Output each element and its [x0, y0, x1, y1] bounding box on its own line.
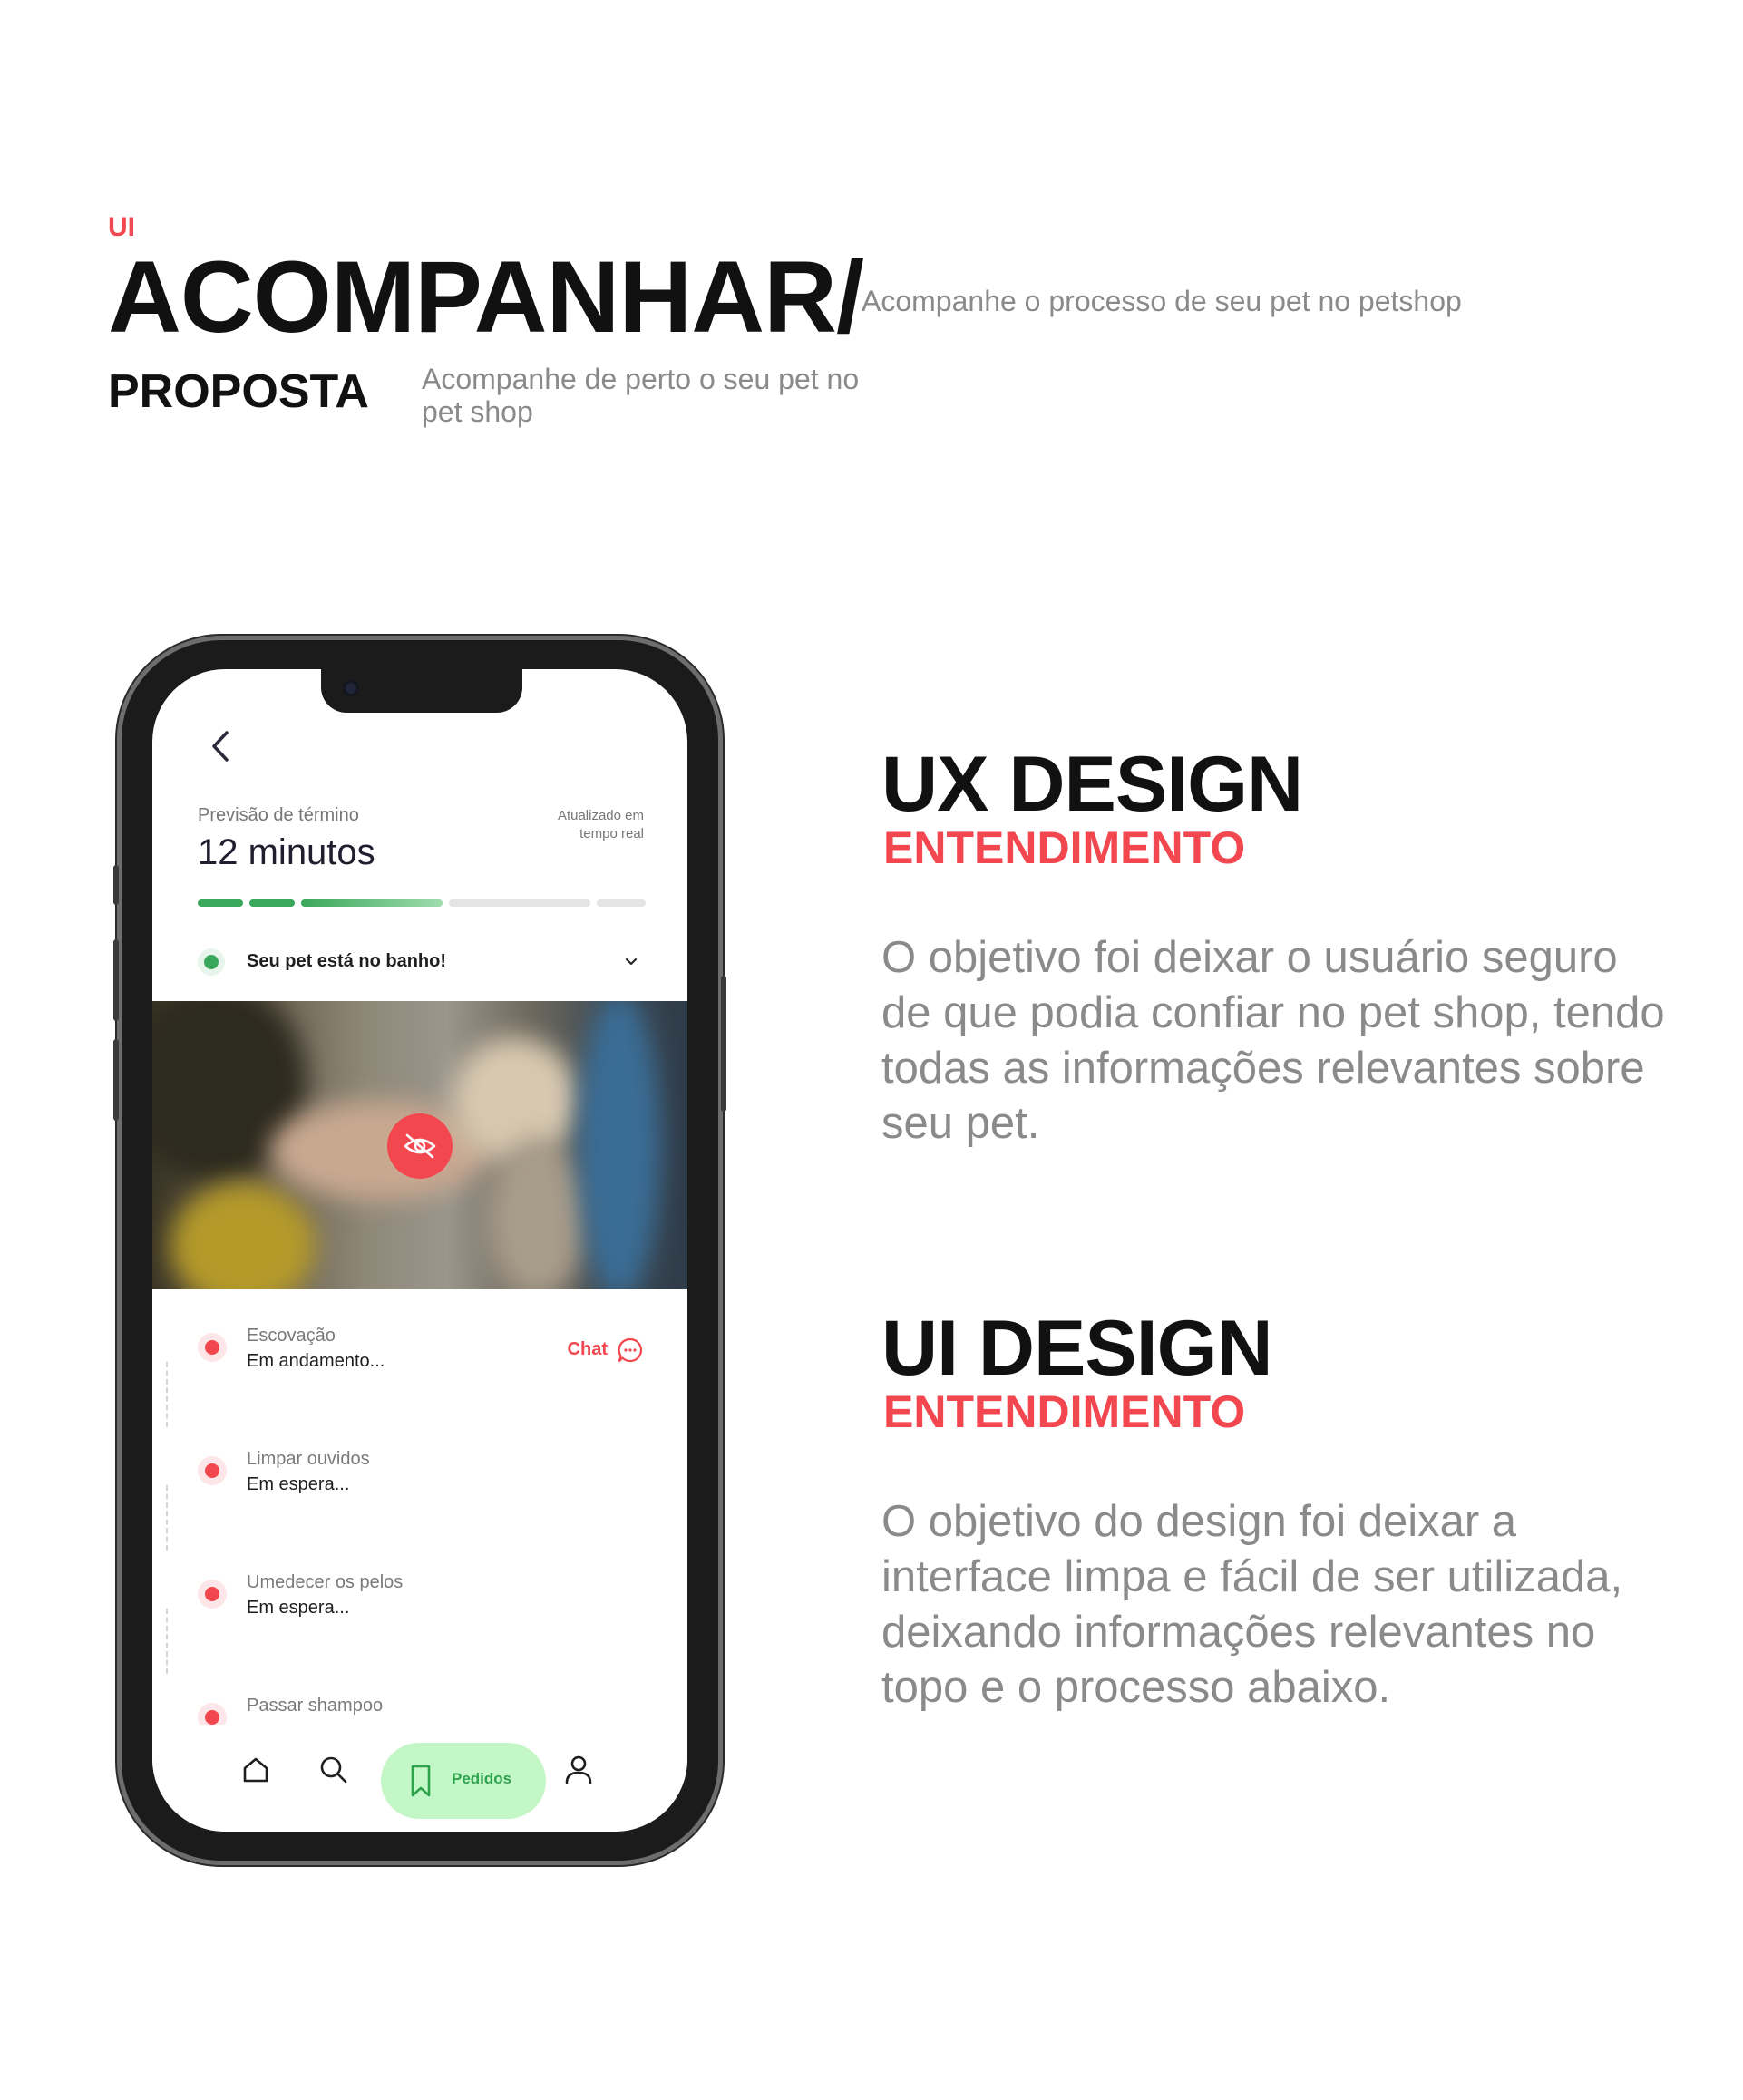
tab-pedidos-label: Pedidos	[452, 1770, 512, 1787]
step-connector	[166, 1609, 168, 1674]
hide-camera-button[interactable]	[387, 1113, 453, 1179]
ui-design-subtitle: ENTENDIMENTO	[883, 1386, 1246, 1437]
step-name: Limpar ouvidos	[247, 1449, 370, 1469]
camera-blur-shape	[579, 1001, 660, 1289]
pet-camera-feed	[152, 1001, 687, 1289]
status-indicator	[198, 948, 225, 976]
step-indicator	[198, 1580, 227, 1609]
step-connector	[166, 1362, 168, 1427]
step-item: Umedecer os pelos Em espera...	[198, 1572, 646, 1636]
home-icon	[243, 1757, 268, 1783]
phone-volume-up	[113, 939, 119, 1021]
progress-segment	[301, 899, 443, 907]
step-name: Passar shampoo	[247, 1696, 384, 1716]
ux-design-subtitle: ENTENDIMENTO	[883, 822, 1246, 873]
camera-blur-shape	[170, 1182, 316, 1289]
tab-pedidos[interactable]: Pedidos	[381, 1743, 546, 1819]
user-icon	[565, 1755, 592, 1784]
tab-search[interactable]	[312, 1748, 355, 1792]
proposta-description: Acompanhe de perto o seu pet no pet shop	[422, 363, 860, 428]
chevron-down-icon	[625, 958, 638, 966]
search-icon	[320, 1756, 347, 1784]
step-state: Em andamento...	[247, 1351, 385, 1371]
step-item: Passar shampoo	[198, 1696, 646, 1725]
process-steps: Escovação Em andamento... Limpar ouvidos…	[152, 1289, 687, 1725]
bookmark-icon	[411, 1765, 431, 1797]
tab-bar: Pedidos	[152, 1725, 687, 1832]
phone-mute-switch	[113, 865, 119, 905]
page-subtitle: Acompanhe o processo de seu pet no petsh…	[862, 285, 1462, 317]
step-item: Limpar ouvidos Em espera...	[198, 1449, 646, 1512]
step-indicator	[198, 1456, 227, 1485]
progress-bar	[198, 899, 646, 907]
step-state: Em espera...	[247, 1474, 350, 1494]
step-connector	[166, 1485, 168, 1551]
progress-segment	[597, 899, 646, 907]
step-indicator	[198, 1703, 227, 1725]
page-title: ACOMPANHAR/	[108, 240, 864, 354]
step-indicator	[198, 1333, 227, 1362]
chat-label: Chat	[567, 1339, 608, 1359]
ux-design-body: O objetivo foi deixar o usuário seguro d…	[881, 933, 1665, 1148]
phone-power-button	[721, 976, 726, 1112]
ui-design-body: O objetivo do design foi deixar a interf…	[881, 1497, 1623, 1712]
phone-notch	[321, 669, 522, 713]
status-dropdown[interactable]: Seu pet está no banho!	[198, 943, 646, 983]
chat-bubble-icon	[618, 1337, 643, 1363]
eta-value: 12 minutos	[198, 832, 375, 872]
ux-design-title: UX DESIGN	[881, 741, 1303, 828]
chevron-left-icon	[212, 731, 229, 762]
eta-label: Previsão de término	[198, 805, 359, 825]
phone-mockup: Previsão de término 12 minutos Atualizad…	[113, 640, 726, 1861]
realtime-note: Atualizado em tempo real	[557, 808, 644, 841]
step-name: Escovação	[247, 1326, 336, 1346]
chat-button[interactable]: Chat	[553, 1337, 644, 1364]
step-state: Em espera...	[247, 1598, 350, 1618]
proposta-label: PROPOSTA	[108, 365, 369, 418]
status-text: Seu pet está no banho!	[247, 951, 447, 971]
progress-segment	[198, 899, 243, 907]
front-camera	[343, 680, 359, 696]
section-tag: UI	[108, 212, 135, 242]
tab-profile[interactable]	[557, 1748, 600, 1792]
back-button[interactable]	[203, 725, 239, 767]
progress-segment	[249, 899, 295, 907]
tab-home[interactable]	[234, 1748, 278, 1792]
progress-segment	[449, 899, 590, 907]
eye-off-icon	[404, 1133, 436, 1159]
ui-design-title: UI DESIGN	[881, 1305, 1273, 1392]
phone-volume-down	[113, 1039, 119, 1121]
camera-blur-shape	[488, 1137, 588, 1289]
step-name: Umedecer os pelos	[247, 1572, 404, 1592]
phone-screen: Previsão de término 12 minutos Atualizad…	[152, 669, 687, 1832]
